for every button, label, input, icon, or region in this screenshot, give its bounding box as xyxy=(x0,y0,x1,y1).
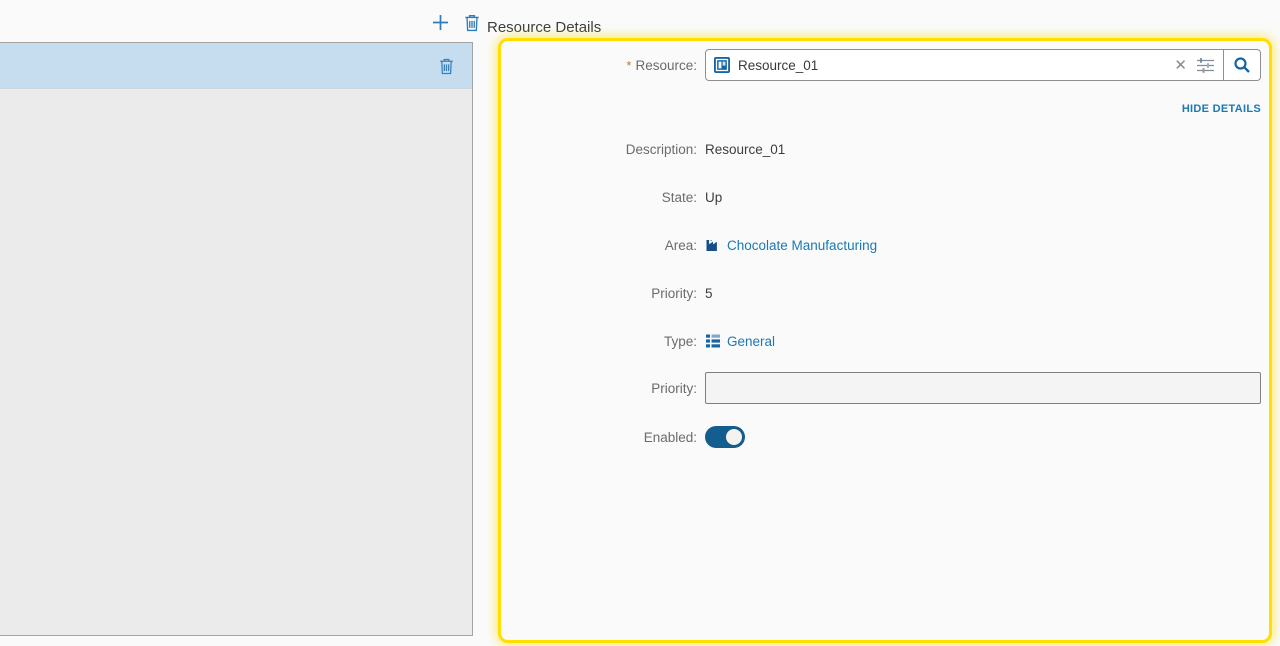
required-marker: * xyxy=(626,57,632,73)
area-link[interactable]: Chocolate Manufacturing xyxy=(705,237,877,253)
sliders-icon xyxy=(1196,57,1215,74)
priority-input[interactable] xyxy=(705,372,1261,404)
priority-input-row: Priority: xyxy=(501,372,1261,404)
type-row: Type: General xyxy=(501,331,1261,351)
search-button[interactable] xyxy=(1224,50,1260,80)
clear-button[interactable]: ✕ xyxy=(1167,58,1194,73)
page-title: Resource Details xyxy=(487,19,602,36)
enabled-toggle[interactable] xyxy=(705,426,745,448)
priority-label: Priority: xyxy=(651,285,697,301)
priority-value: 5 xyxy=(705,285,713,301)
list-delete-button[interactable] xyxy=(436,56,456,76)
priority-row: Priority: 5 xyxy=(501,283,1261,303)
description-row: Description: Resource_01 xyxy=(501,139,1261,159)
delete-button[interactable] xyxy=(461,11,483,33)
state-value: Up xyxy=(705,189,723,205)
state-row: State: Up xyxy=(501,187,1261,207)
list-header xyxy=(0,43,472,89)
hide-details-link[interactable]: HIDE DETAILS xyxy=(1182,103,1261,115)
trash-icon xyxy=(438,57,455,75)
add-button[interactable] xyxy=(429,11,451,33)
trash-icon xyxy=(463,13,481,32)
list-icon xyxy=(705,333,721,349)
enabled-label: Enabled: xyxy=(643,429,697,445)
resource-field-row: * Resource: Resource_01 ✕ xyxy=(501,49,1261,81)
toggle-knob xyxy=(726,429,742,445)
description-value: Resource_01 xyxy=(705,141,786,157)
state-label: State: xyxy=(661,189,697,205)
area-row: Area: Chocolate Manufacturing xyxy=(501,235,1261,255)
resource-label: * Resource: xyxy=(626,57,697,73)
close-icon: ✕ xyxy=(1174,56,1187,74)
list-body xyxy=(0,89,472,636)
filter-button[interactable] xyxy=(1194,57,1223,74)
type-link[interactable]: General xyxy=(705,333,775,349)
resource-combobox-value: Resource_01 xyxy=(738,57,819,73)
resource-icon xyxy=(714,57,730,73)
priority-input-label: Priority: xyxy=(651,380,697,396)
area-label: Area: xyxy=(664,237,697,253)
plus-icon xyxy=(431,13,450,32)
search-icon xyxy=(1233,56,1251,74)
resource-details-panel: * Resource: Resource_01 ✕ HIDE DETAILS D… xyxy=(498,38,1272,643)
factory-icon xyxy=(705,237,721,253)
type-label: Type: xyxy=(663,333,697,349)
resource-combobox[interactable]: Resource_01 ✕ xyxy=(705,49,1261,81)
hide-details-row: HIDE DETAILS xyxy=(501,101,1261,117)
description-label: Description: xyxy=(625,141,697,157)
enabled-row: Enabled: xyxy=(501,426,1261,448)
resource-list-panel xyxy=(0,42,473,636)
